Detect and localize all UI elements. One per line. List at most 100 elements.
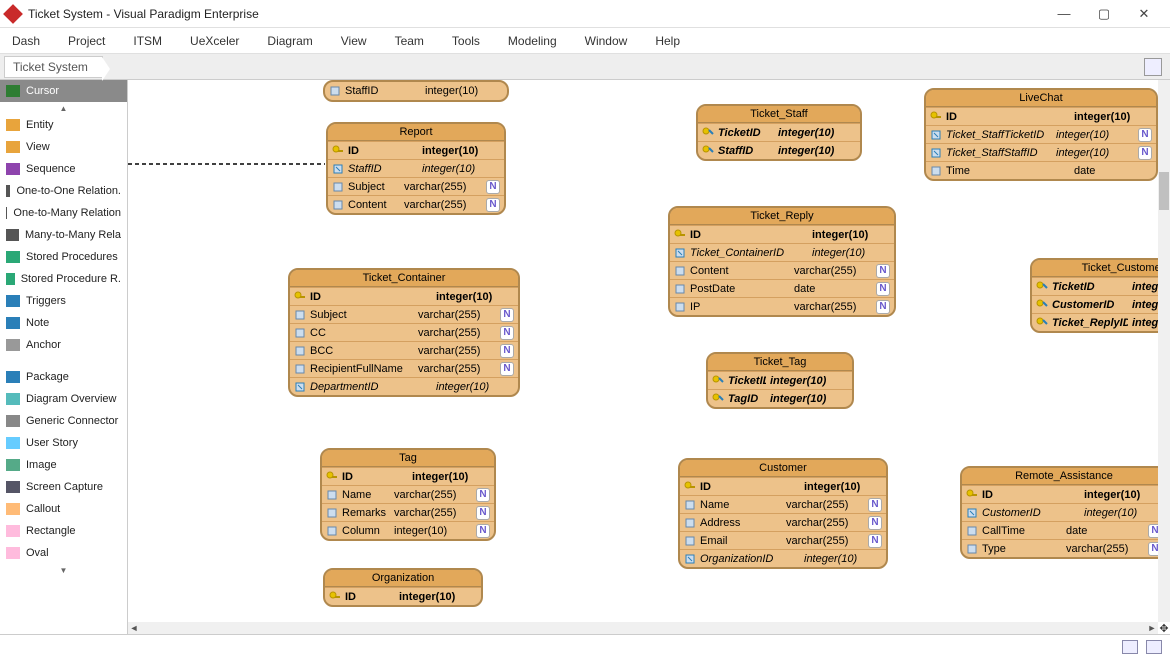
- column-staffid[interactable]: StaffIDinteger(10): [325, 82, 507, 100]
- column-id[interactable]: IDinteger(10): [325, 587, 481, 605]
- entity-ticket_staff[interactable]: Ticket_StaffTicketIDinteger(10)StaffIDin…: [696, 104, 862, 161]
- column-customerid[interactable]: CustomerIDinteger(10): [1032, 295, 1158, 313]
- column-id[interactable]: IDinteger(10): [290, 287, 518, 305]
- horizontal-scrollbar[interactable]: ◄ ►: [128, 622, 1158, 634]
- column-subject[interactable]: Subjectvarchar(255)N: [328, 177, 504, 195]
- column-staffid[interactable]: StaffIDinteger(10): [328, 159, 504, 177]
- column-staffid[interactable]: StaffIDinteger(10): [698, 141, 860, 159]
- column-name[interactable]: Namevarchar(255)N: [322, 485, 494, 503]
- column-id[interactable]: IDinteger(10): [322, 467, 494, 485]
- maximize-button[interactable]: ▢: [1084, 0, 1124, 28]
- palette-rectangle[interactable]: Rectangle: [0, 520, 127, 542]
- entity-livechat[interactable]: LiveChatIDinteger(10)Ticket_StaffTicketI…: [924, 88, 1158, 181]
- column-time[interactable]: Timedate: [926, 161, 1156, 179]
- column-id[interactable]: IDinteger(10): [680, 477, 886, 495]
- column-customerid[interactable]: CustomerIDinteger(10): [962, 503, 1158, 521]
- menu-tools[interactable]: Tools: [452, 34, 480, 48]
- entity-report[interactable]: ReportIDinteger(10)StaffIDinteger(10)Sub…: [326, 122, 506, 215]
- column-ticket_staffticketid[interactable]: Ticket_StaffTicketIDinteger(10)N: [926, 125, 1156, 143]
- palette-collapse-icon[interactable]: ▲: [0, 102, 127, 114]
- column-ticket_replyid[interactable]: Ticket_ReplyIDinteger(10): [1032, 313, 1158, 331]
- entity-ticket_reply[interactable]: Ticket_ReplyIDinteger(10)Ticket_Containe…: [668, 206, 896, 317]
- diagram-canvas[interactable]: StaffIDinteger(10)ReportIDinteger(10)Sta…: [128, 80, 1158, 622]
- palette-note[interactable]: Note: [0, 312, 127, 334]
- column-ticketid[interactable]: TicketIDinteger(10): [698, 123, 860, 141]
- menu-help[interactable]: Help: [655, 34, 680, 48]
- entity-remote_assistance[interactable]: Remote_AssistanceIDinteger(10)CustomerID…: [960, 466, 1158, 559]
- palette-view[interactable]: View: [0, 136, 127, 158]
- column-subject[interactable]: Subjectvarchar(255)N: [290, 305, 518, 323]
- breadcrumb[interactable]: Ticket System: [4, 56, 103, 78]
- pan-icon[interactable]: ✥: [1158, 622, 1170, 634]
- menu-project[interactable]: Project: [68, 34, 105, 48]
- column-tagid[interactable]: TagIDinteger(10): [708, 389, 852, 407]
- column-email[interactable]: Emailvarchar(255)N: [680, 531, 886, 549]
- column-type[interactable]: Typevarchar(255)N: [962, 539, 1158, 557]
- column-departmentid[interactable]: DepartmentIDinteger(10): [290, 377, 518, 395]
- column-column[interactable]: Columninteger(10)N: [322, 521, 494, 539]
- minimize-button[interactable]: —: [1044, 0, 1084, 28]
- entity-ticket_container[interactable]: Ticket_ContainerIDinteger(10)Subjectvarc…: [288, 268, 520, 397]
- palette-one-to-many-relation[interactable]: One-to-Many Relation: [0, 202, 127, 224]
- column-calltime[interactable]: CallTimedateN: [962, 521, 1158, 539]
- palette-user-story[interactable]: User Story: [0, 432, 127, 454]
- column-content[interactable]: Contentvarchar(255)N: [670, 261, 894, 279]
- column-id[interactable]: IDinteger(10): [670, 225, 894, 243]
- palette-package[interactable]: Package: [0, 366, 127, 388]
- diagram-settings-icon[interactable]: [1144, 58, 1162, 76]
- palette-triggers[interactable]: Triggers: [0, 290, 127, 312]
- palette-screen-capture[interactable]: Screen Capture: [0, 476, 127, 498]
- entity-ticket_customer[interactable]: Ticket_CustomerTicketIDinteger(10)Custom…: [1030, 258, 1158, 333]
- menu-team[interactable]: Team: [395, 34, 424, 48]
- column-name[interactable]: Namevarchar(255)N: [680, 495, 886, 513]
- scroll-left-icon[interactable]: ◄: [128, 623, 140, 633]
- palette-diagram-overview[interactable]: Diagram Overview: [0, 388, 127, 410]
- close-button[interactable]: ✕: [1124, 0, 1164, 28]
- vertical-scrollbar[interactable]: [1158, 80, 1170, 622]
- menu-dash[interactable]: Dash: [12, 34, 40, 48]
- entity-customer[interactable]: CustomerIDinteger(10)Namevarchar(255)NAd…: [678, 458, 888, 569]
- column-ticketid[interactable]: TicketIDinteger(10): [1032, 277, 1158, 295]
- mail-icon[interactable]: [1122, 640, 1138, 654]
- menu-window[interactable]: Window: [585, 34, 628, 48]
- column-ticket_staffstaffid[interactable]: Ticket_StaffStaffIDinteger(10)N: [926, 143, 1156, 161]
- column-id[interactable]: IDinteger(10): [926, 107, 1156, 125]
- menu-diagram[interactable]: Diagram: [267, 34, 312, 48]
- palette-entity[interactable]: Entity: [0, 114, 127, 136]
- column-content[interactable]: Contentvarchar(255)N: [328, 195, 504, 213]
- palette-callout[interactable]: Callout: [0, 498, 127, 520]
- palette-cursor[interactable]: Cursor: [0, 80, 127, 102]
- column-id[interactable]: IDinteger(10): [328, 141, 504, 159]
- palette-sequence[interactable]: Sequence: [0, 158, 127, 180]
- column-address[interactable]: Addressvarchar(255)N: [680, 513, 886, 531]
- column-postdate[interactable]: PostDatedateN: [670, 279, 894, 297]
- menu-modeling[interactable]: Modeling: [508, 34, 557, 48]
- entity-organization[interactable]: OrganizationIDinteger(10): [323, 568, 483, 607]
- palette-oval[interactable]: Oval: [0, 542, 127, 564]
- column-recipientfullname[interactable]: RecipientFullNamevarchar(255)N: [290, 359, 518, 377]
- palette-generic-connector[interactable]: Generic Connector: [0, 410, 127, 432]
- entity-ticket_tag[interactable]: Ticket_TagTicketIDinteger(10)TagIDintege…: [706, 352, 854, 409]
- note-status-icon[interactable]: [1146, 640, 1162, 654]
- column-id[interactable]: IDinteger(10): [962, 485, 1158, 503]
- column-ticket_containerid[interactable]: Ticket_ContainerIDinteger(10): [670, 243, 894, 261]
- palette-many-to-many-rela[interactable]: Many-to-Many Rela: [0, 224, 127, 246]
- palette-more-icon[interactable]: ▼: [0, 564, 127, 576]
- scroll-right-icon[interactable]: ►: [1146, 623, 1158, 633]
- palette-image[interactable]: Image: [0, 454, 127, 476]
- menu-itsm[interactable]: ITSM: [133, 34, 162, 48]
- entity-staff_frag[interactable]: StaffIDinteger(10): [323, 80, 509, 102]
- menu-uexceler[interactable]: UeXceler: [190, 34, 239, 48]
- palette-one-to-one-relation-[interactable]: One-to-One Relation.: [0, 180, 127, 202]
- column-cc[interactable]: CCvarchar(255)N: [290, 323, 518, 341]
- palette-stored-procedure-r-[interactable]: Stored Procedure R.: [0, 268, 127, 290]
- column-remarks[interactable]: Remarksvarchar(255)N: [322, 503, 494, 521]
- column-ip[interactable]: IPvarchar(255)N: [670, 297, 894, 315]
- menu-view[interactable]: View: [341, 34, 367, 48]
- palette-anchor[interactable]: Anchor: [0, 334, 127, 356]
- palette-stored-procedures[interactable]: Stored Procedures: [0, 246, 127, 268]
- entity-tag[interactable]: TagIDinteger(10)Namevarchar(255)NRemarks…: [320, 448, 496, 541]
- column-organizationid[interactable]: OrganizationIDinteger(10): [680, 549, 886, 567]
- column-ticketid[interactable]: TicketIDinteger(10): [708, 371, 852, 389]
- column-bcc[interactable]: BCCvarchar(255)N: [290, 341, 518, 359]
